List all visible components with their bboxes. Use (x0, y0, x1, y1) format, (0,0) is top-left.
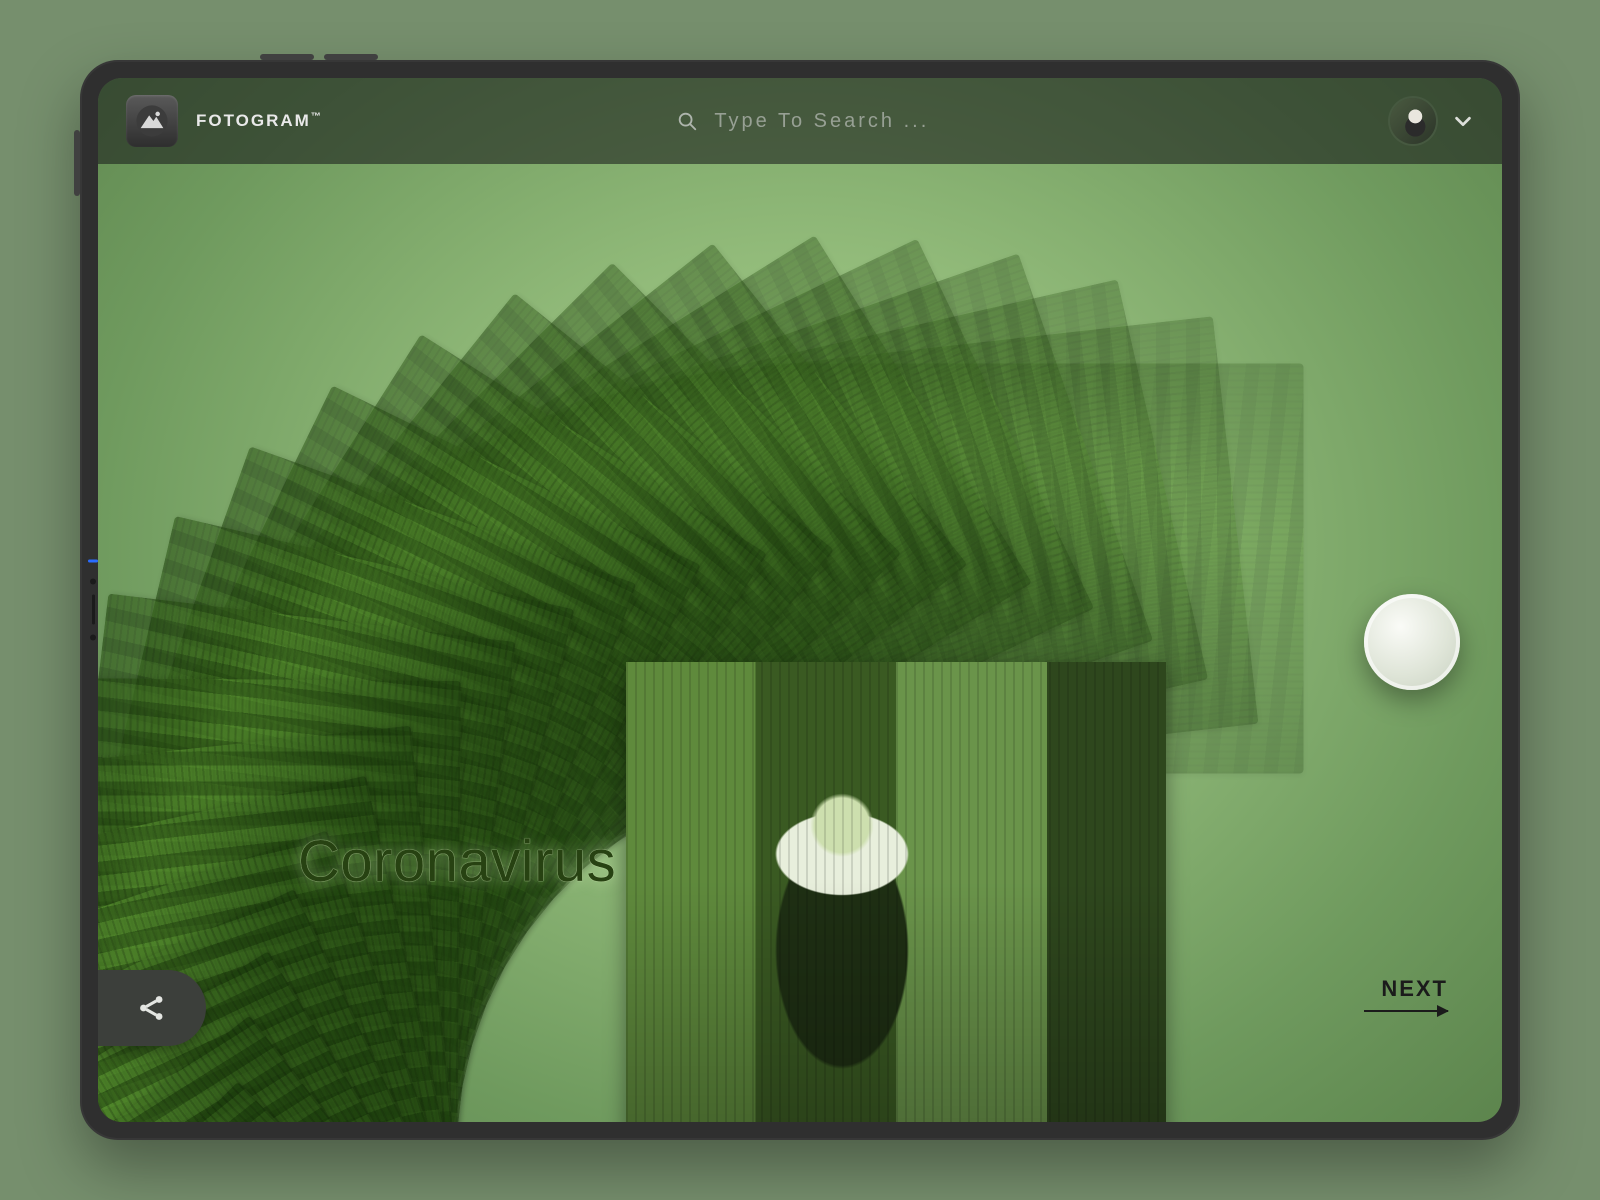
mountain-icon (135, 104, 169, 138)
app-screen: FOTOGRAM™ Coronavirus (98, 78, 1502, 1122)
top-bar: FOTOGRAM™ (98, 78, 1502, 164)
hero-title: Coronavirus (298, 828, 616, 895)
hero-stage: Coronavirus NEXT (98, 164, 1502, 1122)
chevron-down-icon[interactable] (1452, 110, 1474, 132)
hw-volume-down (324, 54, 378, 60)
search-icon (676, 110, 698, 132)
brand-text: FOTOGRAM (196, 111, 311, 130)
user-menu (1390, 98, 1474, 144)
next-button[interactable]: NEXT (1364, 976, 1448, 1012)
next-label: NEXT (1381, 976, 1448, 1002)
brand-name: FOTOGRAM™ (196, 111, 321, 131)
search-input[interactable] (714, 110, 1034, 133)
search-group (676, 110, 1034, 133)
app-logo[interactable] (126, 95, 178, 147)
tablet-frame: FOTOGRAM™ Coronavirus (80, 60, 1520, 1140)
scrub-knob[interactable] (1364, 594, 1460, 690)
hw-sensor-cluster (88, 560, 98, 641)
brand-tm: ™ (311, 111, 321, 122)
share-button[interactable] (98, 970, 206, 1046)
hw-power-button (74, 130, 80, 196)
hw-volume-up (260, 54, 314, 60)
hero-photo[interactable] (626, 662, 1166, 1122)
share-icon (135, 991, 169, 1025)
arrow-right-icon (1364, 1010, 1448, 1012)
avatar[interactable] (1390, 98, 1436, 144)
